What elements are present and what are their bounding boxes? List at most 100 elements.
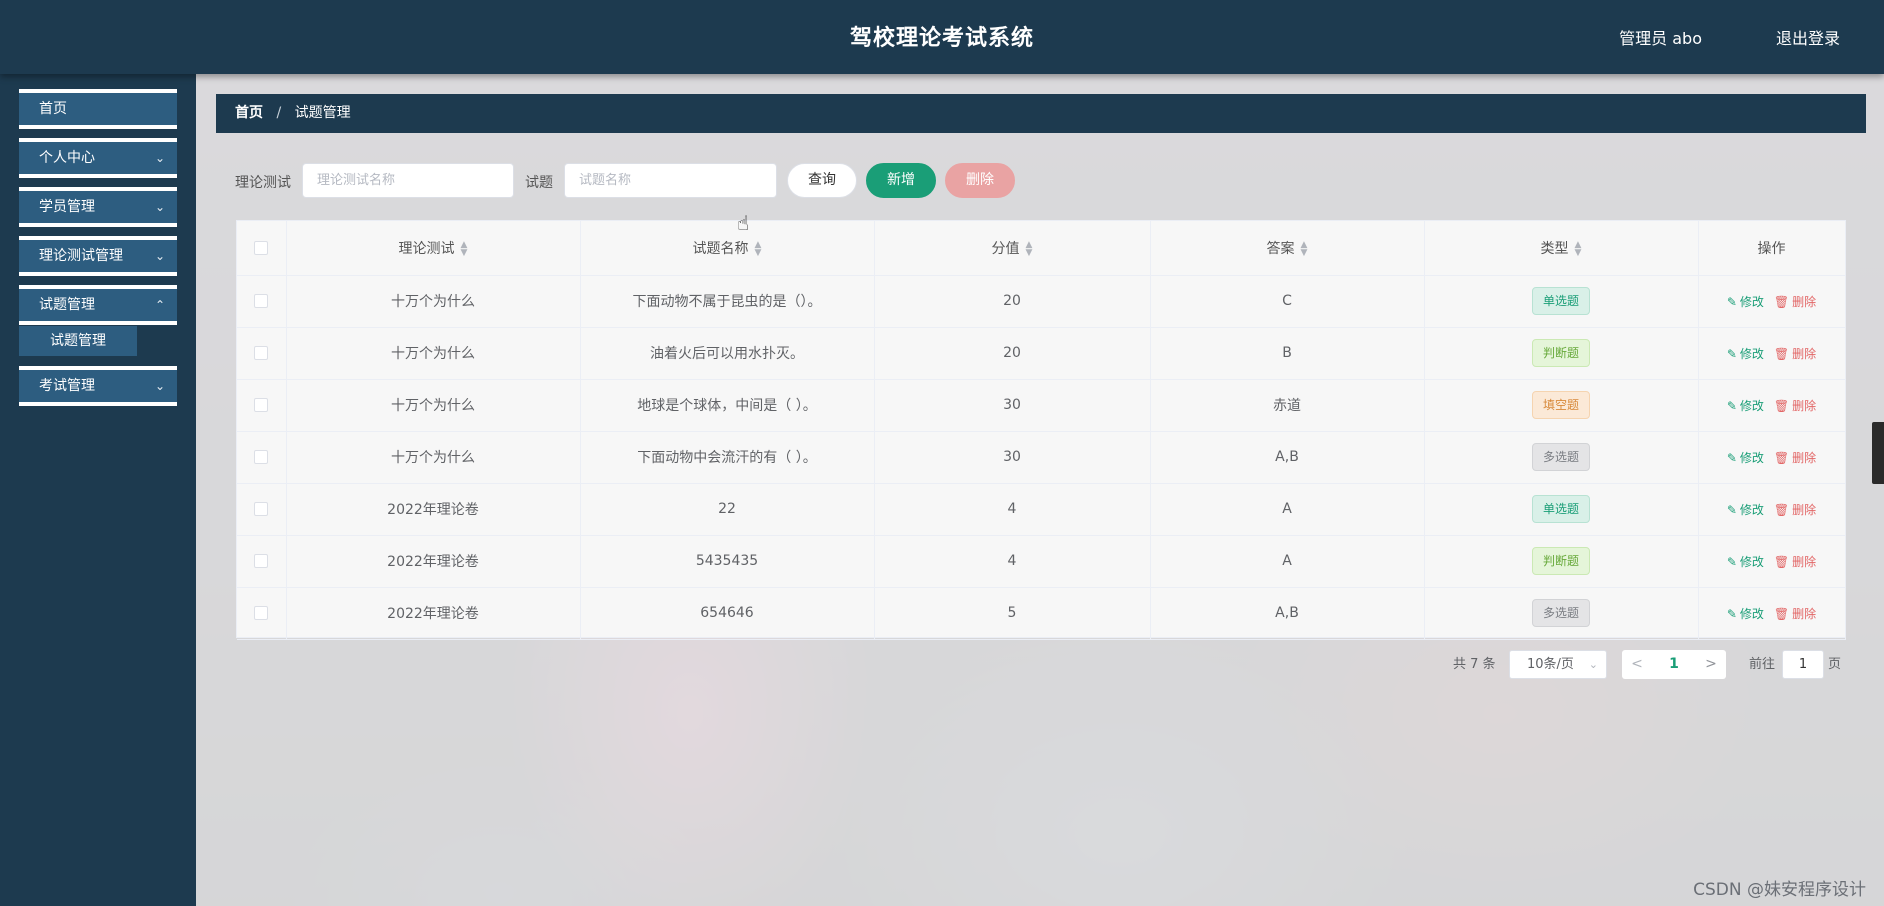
cell-type: 单选题 <box>1424 275 1699 328</box>
cell-score: 30 <box>874 431 1151 484</box>
column-header-answer[interactable]: 答案 ▲ ▼ <box>1150 221 1425 276</box>
question-search-input[interactable] <box>564 163 777 198</box>
row-checkbox[interactable] <box>254 450 269 464</box>
edit-button[interactable]: ✎ 修改 <box>1727 501 1764 518</box>
sort-icon[interactable]: ▲ ▼ <box>755 240 762 257</box>
chevron-down-icon: ⌄ <box>154 249 165 263</box>
sort-icon[interactable]: ▲ ▼ <box>1575 240 1582 257</box>
question-search-label: 试题 <box>525 175 553 191</box>
cell-score: 5 <box>874 587 1151 640</box>
logout-link[interactable]: 退出登录 <box>1776 25 1840 49</box>
breadcrumb: 首页 / 试题管理 <box>216 94 1866 133</box>
row-checkbox[interactable] <box>254 554 269 568</box>
type-tag: 单选题 <box>1532 287 1590 315</box>
edit-label: 修改 <box>1739 294 1764 309</box>
edit-button[interactable]: ✎ 修改 <box>1727 345 1764 362</box>
delete-button[interactable]: 删除 <box>945 163 1015 198</box>
column-header-test[interactable]: 理论测试 ▲ ▼ <box>286 221 581 276</box>
sidebar-item-theory-test-mgmt[interactable]: 理论测试管理 ⌄ <box>19 236 177 276</box>
row-delete-button[interactable]: 🗑 删除 <box>1774 449 1816 466</box>
test-search-input[interactable] <box>302 163 514 198</box>
hand-cursor-icon: ☝ <box>737 211 750 235</box>
row-checkbox[interactable] <box>254 294 269 308</box>
scrollbar-thumb[interactable] <box>1872 422 1884 484</box>
pager: < 1 > <box>1622 650 1726 679</box>
table-row[interactable]: 十万个为什么 地球是个球体，中间是（ ）。 30 赤道 填空题 ✎ 修改 🗑 删除 <box>237 379 1846 432</box>
table-row[interactable]: 十万个为什么 油着火后可以用水扑灭。 20 B 判断题 ✎ 修改 🗑 删除 <box>237 327 1846 380</box>
sort-icon[interactable]: ▲ ▼ <box>461 240 468 257</box>
edit-label: 修改 <box>1739 502 1764 517</box>
sidebar-item-personal-center[interactable]: 个人中心 ⌄ <box>19 138 177 178</box>
edit-button[interactable]: ✎ 修改 <box>1727 605 1764 622</box>
sidebar-subitem-question-mgmt[interactable]: 试题管理 <box>19 326 137 356</box>
current-page-button[interactable]: 1 <box>1660 650 1688 679</box>
row-select-cell <box>237 431 287 484</box>
row-delete-button[interactable]: 🗑 删除 <box>1774 397 1816 414</box>
cell-question: 5435435 <box>580 535 875 588</box>
row-delete-button[interactable]: 🗑 删除 <box>1774 605 1816 622</box>
edit-label: 修改 <box>1739 554 1764 569</box>
table-row[interactable]: 2022年理论卷 5435435 4 A 判断题 ✎ 修改 🗑 删除 <box>237 535 1846 588</box>
row-select-cell <box>237 275 287 328</box>
sort-icon[interactable]: ▲ ▼ <box>1301 240 1308 257</box>
goto-page-input[interactable] <box>1782 650 1824 679</box>
select-all-checkbox[interactable] <box>254 240 269 255</box>
trash-icon: 🗑 <box>1773 294 1790 309</box>
query-button[interactable]: 查询 <box>787 163 857 198</box>
cell-actions: ✎ 修改 🗑 删除 <box>1698 431 1846 484</box>
row-checkbox[interactable] <box>254 398 269 412</box>
edit-icon: ✎ <box>1726 450 1737 465</box>
cell-score: 30 <box>874 379 1151 432</box>
sidebar-item-label: 试题管理 <box>39 297 95 313</box>
sidebar-item-question-mgmt[interactable]: 试题管理 ⌃ <box>19 285 177 325</box>
table-row[interactable]: 2022年理论卷 654646 5 A,B 多选题 ✎ 修改 🗑 删除 <box>237 587 1846 640</box>
row-select-cell <box>237 535 287 588</box>
edit-button[interactable]: ✎ 修改 <box>1727 293 1764 310</box>
sort-icon[interactable]: ▲ ▼ <box>1026 240 1033 257</box>
column-header-label: 操作 <box>1757 240 1786 257</box>
cell-test: 2022年理论卷 <box>286 535 581 588</box>
row-checkbox[interactable] <box>254 346 269 360</box>
sidebar-item-exam-mgmt[interactable]: 考试管理 ⌄ <box>19 366 177 406</box>
cell-question: 油着火后可以用水扑灭。 <box>580 327 875 380</box>
row-delete-button[interactable]: 🗑 删除 <box>1774 553 1816 570</box>
row-delete-button[interactable]: 🗑 删除 <box>1774 293 1816 310</box>
cell-answer: A <box>1150 535 1425 588</box>
row-select-cell <box>237 483 287 536</box>
row-checkbox[interactable] <box>254 606 269 620</box>
sidebar-item-home[interactable]: 首页 <box>19 89 177 129</box>
row-select-cell <box>237 587 287 640</box>
column-header-score[interactable]: 分值 ▲ ▼ <box>874 221 1151 276</box>
page-size-select[interactable]: 10条/页 ⌄ <box>1509 650 1607 679</box>
edit-button[interactable]: ✎ 修改 <box>1727 553 1764 570</box>
cell-answer: A,B <box>1150 587 1425 640</box>
prev-page-icon[interactable]: < <box>1626 650 1648 679</box>
cell-actions: ✎ 修改 🗑 删除 <box>1698 535 1846 588</box>
cell-type: 填空题 <box>1424 379 1699 432</box>
trash-icon: 🗑 <box>1773 554 1790 569</box>
edit-label: 修改 <box>1739 346 1764 361</box>
table-row[interactable]: 十万个为什么 下面动物不属于昆虫的是（）。 20 C 单选题 ✎ 修改 🗑 删除 <box>237 275 1846 328</box>
edit-button[interactable]: ✎ 修改 <box>1727 449 1764 466</box>
table-row[interactable]: 十万个为什么 下面动物中会流汗的有（ ）。 30 A,B 多选题 ✎ 修改 🗑 删除 <box>237 431 1846 484</box>
type-tag: 判断题 <box>1532 547 1590 575</box>
column-header-question[interactable]: 试题名称 ▲ ▼ <box>580 221 875 276</box>
cell-question: 下面动物中会流汗的有（ ）。 <box>580 431 875 484</box>
column-header-type[interactable]: 类型 ▲ ▼ <box>1424 221 1699 276</box>
cell-question: 22 <box>580 483 875 536</box>
breadcrumb-home[interactable]: 首页 <box>235 105 263 121</box>
edit-icon: ✎ <box>1726 606 1737 621</box>
add-button[interactable]: 新增 <box>866 163 936 198</box>
cell-actions: ✎ 修改 🗑 删除 <box>1698 483 1846 536</box>
row-select-cell <box>237 327 287 380</box>
table-row[interactable]: 2022年理论卷 22 4 A 单选题 ✎ 修改 🗑 删除 <box>237 483 1846 536</box>
row-delete-button[interactable]: 🗑 删除 <box>1774 345 1816 362</box>
row-checkbox[interactable] <box>254 502 269 516</box>
row-delete-button[interactable]: 🗑 删除 <box>1774 501 1816 518</box>
cell-test: 十万个为什么 <box>286 327 581 380</box>
cell-actions: ✎ 修改 🗑 删除 <box>1698 327 1846 380</box>
edit-button[interactable]: ✎ 修改 <box>1727 397 1764 414</box>
edit-icon: ✎ <box>1726 502 1737 517</box>
next-page-icon[interactable]: > <box>1700 650 1722 679</box>
sidebar-item-student-mgmt[interactable]: 学员管理 ⌄ <box>19 187 177 227</box>
